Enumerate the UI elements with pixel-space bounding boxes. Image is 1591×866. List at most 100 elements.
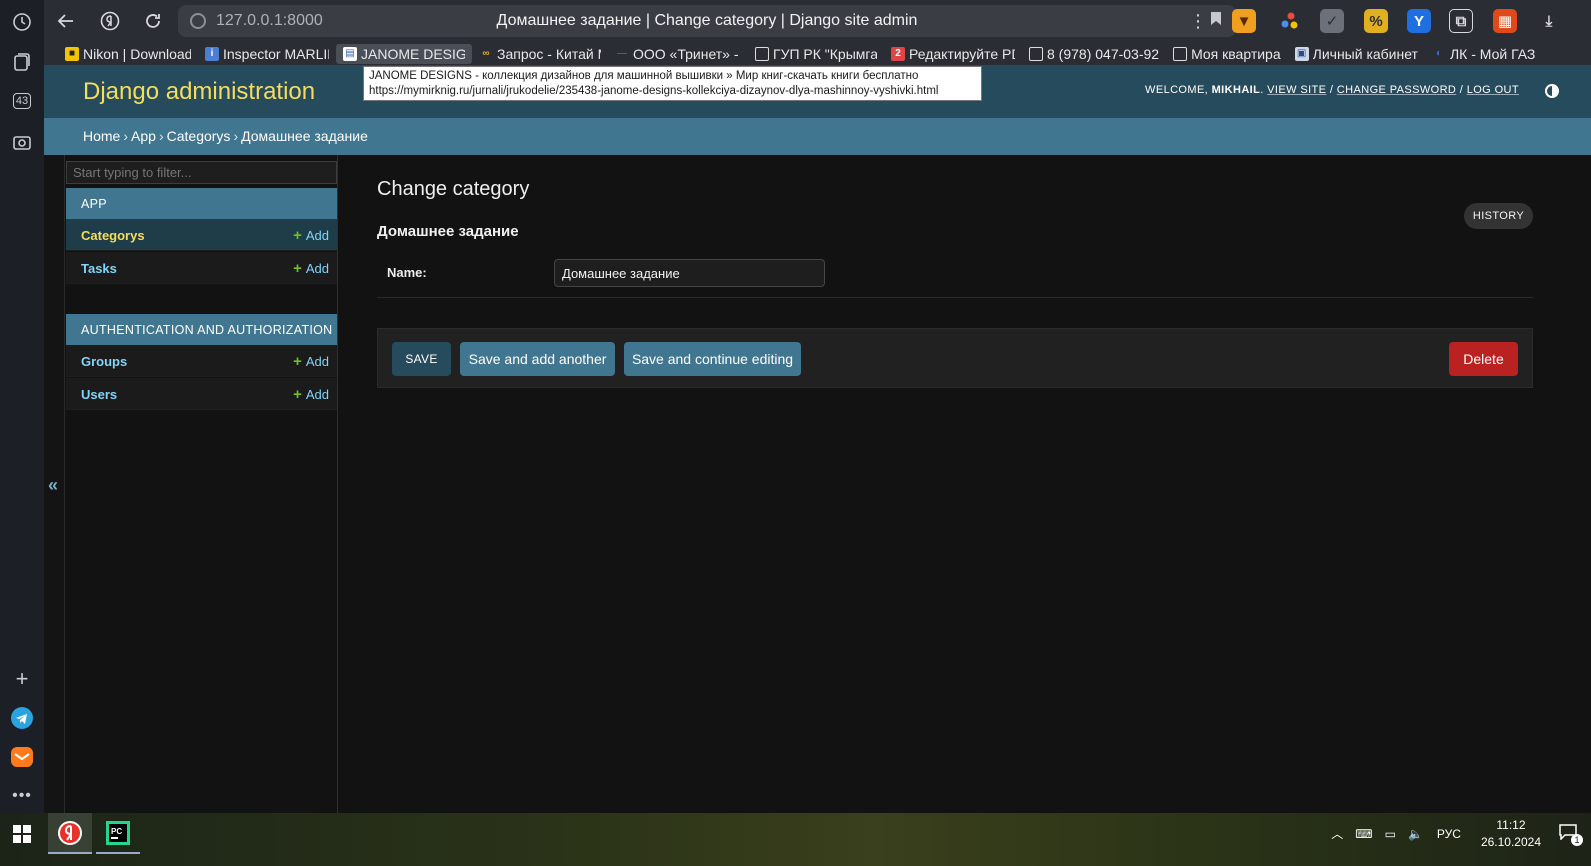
sidebar-item-users[interactable]: Users + Add <box>66 378 337 410</box>
reload-icon[interactable] <box>139 7 167 35</box>
clock-time: 11:12 <box>1496 817 1526 832</box>
module-caption-auth[interactable]: AUTHENTICATION AND AUTHORIZATION <box>66 314 337 345</box>
bookmark-item[interactable]: ■ Nikon | Download <box>58 44 198 64</box>
model-link[interactable]: Categorys <box>81 228 145 243</box>
breadcrumb-current: Домашнее задание <box>241 128 368 144</box>
bookmark-favicon-icon: ▤ <box>343 46 357 61</box>
sidebar-item-tasks[interactable]: Tasks + Add <box>66 252 337 284</box>
y-extension-icon[interactable]: Y <box>1407 9 1431 33</box>
tabs-count-badge[interactable]: 43 <box>8 87 36 115</box>
bookmark-label: Моя квартира <box>1191 45 1281 62</box>
image-extension-icon[interactable]: ▦ <box>1493 9 1517 33</box>
plus-icon: + <box>293 227 302 244</box>
percent-extension-icon[interactable]: % <box>1364 9 1388 33</box>
view-site-link[interactable]: VIEW SITE <box>1267 84 1326 96</box>
yandex-logo-icon[interactable] <box>96 7 124 35</box>
model-link[interactable]: Tasks <box>81 261 117 276</box>
telegram-icon[interactable] <box>8 704 36 732</box>
shield-extension-icon[interactable]: ✓ <box>1320 9 1344 33</box>
puzzle-extension-icon[interactable]: ⧉ <box>1449 9 1473 33</box>
breadcrumb-home[interactable]: Home <box>83 128 120 144</box>
menu-dots-icon[interactable]: ⋮ <box>1184 7 1212 35</box>
volume-icon[interactable]: 🔈 <box>1408 827 1423 841</box>
notification-count-badge: 1 <box>1571 834 1583 846</box>
tabs-count: 43 <box>12 93 32 109</box>
screenshot-icon[interactable] <box>8 128 36 156</box>
browser-toolbar: 127.0.0.1:8000 Домашнее задание | Change… <box>44 0 1591 42</box>
theme-toggle-icon[interactable] <box>1545 84 1559 98</box>
toggle-sidebar-icon[interactable]: « <box>48 475 58 496</box>
download-icon[interactable]: ⤓ <box>1537 9 1561 33</box>
tab-title: Домашнее задание | Change category | Dja… <box>496 12 918 29</box>
bookmark-label: ООО «Тринет» - У <box>633 45 741 62</box>
alice-extension-icon[interactable] <box>1277 9 1301 33</box>
model-link[interactable]: Groups <box>81 354 127 369</box>
bookmark-item[interactable]: ◐ ЛК - Мой ГАЗ <box>1425 44 1542 64</box>
delete-button[interactable]: Delete <box>1449 342 1518 376</box>
history-button[interactable]: HISTORY <box>1464 203 1533 229</box>
bookmark-label: Inspector MARLIN <box>223 45 329 62</box>
start-windows-icon[interactable] <box>0 813 44 854</box>
sidebar-item-groups[interactable]: Groups + Add <box>66 345 337 377</box>
bookmark-item[interactable]: ∞ Запрос - Китай М <box>472 44 608 64</box>
model-link[interactable]: Users <box>81 387 117 402</box>
name-input[interactable] <box>554 259 825 287</box>
bookmark-item[interactable]: ▣ Личный кабинет <box>1288 44 1425 64</box>
brave-shield-extension-icon[interactable]: ▼ <box>1232 9 1256 33</box>
nav-filter-input[interactable] <box>66 161 337 184</box>
history-clock-icon[interactable] <box>8 8 36 36</box>
change-password-link[interactable]: CHANGE PASSWORD <box>1337 84 1456 96</box>
save-and-continue-button[interactable]: Save and continue editing <box>624 342 801 376</box>
bookmark-item[interactable]: 2 Редактируйте PD <box>884 44 1022 64</box>
bookmark-item[interactable]: — ООО «Тринет» - У <box>608 44 748 64</box>
add-link[interactable]: + Add <box>293 227 329 244</box>
back-arrow-icon[interactable] <box>52 7 80 35</box>
bookmark-item[interactable]: Моя квартира <box>1166 44 1288 64</box>
notifications-icon[interactable]: 1 <box>1559 824 1583 846</box>
more-icon[interactable]: ••• <box>8 782 36 810</box>
keyboard-icon[interactable]: ⌨ <box>1355 827 1372 841</box>
clock-date: 26.10.2024 <box>1480 834 1541 849</box>
system-tray: ︿ ⌨ ▭ 🔈 РУС 11:12 26.10.2024 1 <box>1325 813 1591 854</box>
add-label: Add <box>305 261 329 276</box>
breadcrumb-app[interactable]: App <box>131 128 156 144</box>
name-label: Name: <box>387 265 427 280</box>
bookmark-item[interactable]: i Inspector MARLIN <box>198 44 336 64</box>
tooltip-url: https://mymirknig.ru/jurnali/jrukodelie/… <box>369 85 939 97</box>
add-link[interactable]: + Add <box>293 260 329 277</box>
separator: / <box>1459 84 1464 96</box>
object-title: Домашнее задание <box>377 223 519 240</box>
language-indicator[interactable]: РУС <box>1437 827 1461 841</box>
add-panel-icon[interactable]: + <box>8 665 36 693</box>
bookmark-favicon-icon: ◐ <box>1435 48 1442 59</box>
breadcrumb-categorys[interactable]: Categorys <box>167 128 231 144</box>
save-and-add-another-button[interactable]: Save and add another <box>460 342 615 376</box>
bookmark-label: Редактируйте PD <box>909 45 1015 62</box>
address-bar[interactable]: 127.0.0.1:8000 Домашнее задание | Change… <box>178 5 1236 37</box>
add-label: Add <box>305 354 329 369</box>
chevron-up-icon[interactable]: ︿ <box>1331 825 1343 842</box>
bookmark-favicon-icon: — <box>617 48 627 59</box>
bookmark-favicon-icon: ∞ <box>482 48 490 59</box>
add-link[interactable]: + Add <box>293 386 329 403</box>
bookmark-item[interactable]: 8 (978) 047-03-92 <box>1022 44 1166 64</box>
bookmark-favicon-icon: i <box>205 46 219 61</box>
module-caption-app[interactable]: APP <box>66 188 337 219</box>
network-icon[interactable]: ▭ <box>1385 827 1396 841</box>
add-link[interactable]: + Add <box>293 353 329 370</box>
submit-row: SAVE Save and add another Save and conti… <box>377 328 1533 388</box>
yandex-browser-taskbar-icon[interactable] <box>48 813 92 854</box>
bookmark-item[interactable]: ▤ JANOME DESIGNS <box>336 43 472 64</box>
windows-taskbar: PC ︿ ⌨ ▭ 🔈 РУС 11:12 26.10.2024 1 <box>0 813 1591 866</box>
clock[interactable]: 11:12 26.10.2024 <box>1481 817 1541 851</box>
plus-icon: + <box>293 353 302 370</box>
pycharm-taskbar-icon[interactable]: PC <box>96 813 140 854</box>
mail-icon[interactable] <box>8 743 36 771</box>
sidebar-item-categorys[interactable]: Categorys + Add <box>66 219 337 251</box>
collections-icon[interactable] <box>8 48 36 76</box>
bookmark-item[interactable]: ГУП РК "Крымгаз <box>748 44 884 64</box>
breadcrumb: Home › App › Categorys › Домашнее задание <box>44 118 1591 155</box>
site-branding[interactable]: Django administration <box>83 78 315 106</box>
log-out-link[interactable]: LOG OUT <box>1467 84 1519 96</box>
save-button[interactable]: SAVE <box>392 342 451 376</box>
